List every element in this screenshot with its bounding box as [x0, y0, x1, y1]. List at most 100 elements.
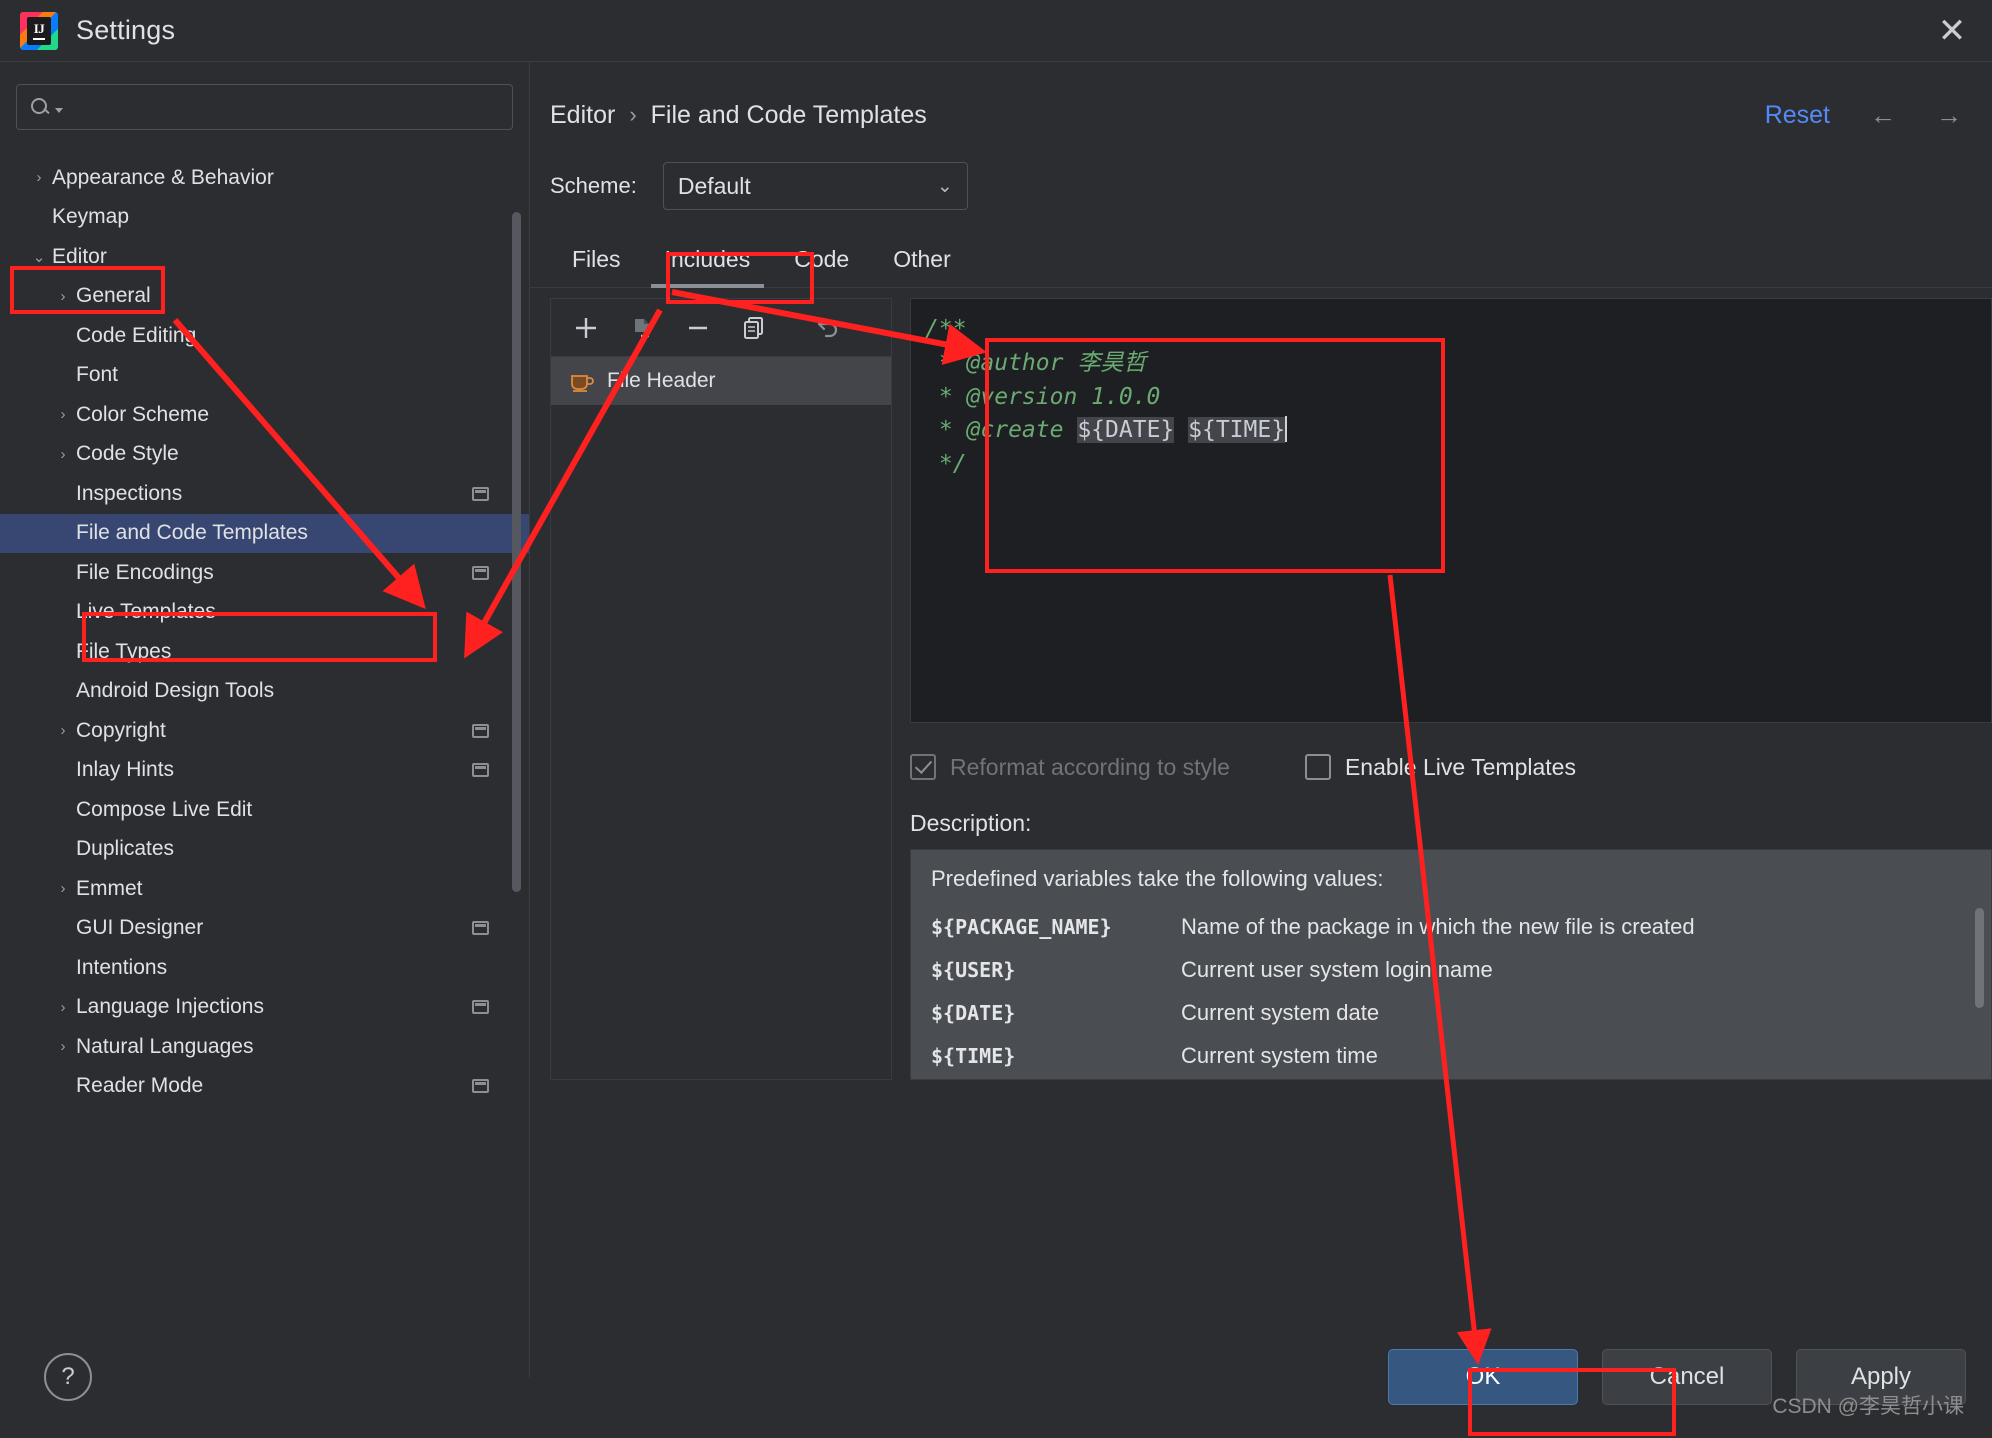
description-box: Predefined variables take the following …: [910, 848, 1992, 1080]
chevron-right-icon[interactable]: ›: [50, 722, 76, 739]
breadcrumb-root[interactable]: Editor: [550, 101, 615, 130]
sidebar-scrollbar[interactable]: [512, 212, 521, 892]
sidebar-item-inlay-hints[interactable]: ›Inlay Hints: [0, 751, 529, 791]
sidebar-item-label: Inspections: [76, 481, 183, 505]
sidebar-item-font[interactable]: ›Font: [0, 356, 529, 396]
sidebar-item-color-scheme[interactable]: › Color Scheme: [0, 395, 529, 435]
sidebar-item-natural-languages[interactable]: › Natural Languages: [0, 1027, 529, 1067]
description-label: Description:: [910, 809, 1032, 836]
description-variable: ${USER}: [931, 958, 1016, 983]
chevron-right-icon[interactable]: ›: [50, 288, 76, 305]
scheme-select[interactable]: Default ⌄: [662, 162, 968, 210]
cancel-button[interactable]: Cancel: [1602, 1349, 1772, 1405]
chevron-right-icon[interactable]: ›: [50, 880, 76, 897]
tab-includes[interactable]: Includes: [643, 246, 773, 288]
sidebar-item-label: Code Editing: [76, 323, 197, 347]
remove-icon[interactable]: [679, 309, 717, 347]
scheme-label: Scheme:: [550, 173, 637, 198]
sidebar-item-android-design-tools[interactable]: ›Android Design Tools: [0, 672, 529, 712]
sidebar-item-copyright[interactable]: › Copyright: [0, 711, 529, 751]
description-text: Name of the package in which the new fil…: [1181, 914, 1695, 940]
chevron-right-icon[interactable]: ›: [50, 1038, 76, 1055]
list-item[interactable]: File Header: [551, 357, 891, 405]
chevron-right-icon[interactable]: ›: [50, 406, 76, 423]
search-input[interactable]: [63, 95, 500, 119]
project-scope-icon: [472, 1079, 489, 1094]
ok-button[interactable]: OK: [1388, 1349, 1578, 1405]
sidebar-item-label: Copyright: [76, 718, 166, 742]
sidebar-item-label: Emmet: [76, 876, 143, 900]
sidebar-item-label: File Encodings: [76, 560, 214, 584]
create-child-template-icon[interactable]: [623, 309, 661, 347]
description-variable: ${TIME}: [931, 1044, 1016, 1069]
description-row: ${PACKAGE_NAME} Name of the package in wh…: [931, 906, 1971, 949]
dialog-footer: ? OK Cancel Apply: [0, 1316, 1992, 1438]
sidebar-item-label: Keymap: [52, 205, 130, 229]
sidebar-item-appearance-behavior[interactable]: › Appearance & Behavior: [0, 158, 529, 198]
chevron-right-icon[interactable]: ›: [50, 446, 76, 463]
tab-other[interactable]: Other: [871, 246, 973, 287]
sidebar-item-label: File and Code Templates: [76, 521, 308, 545]
sidebar-item-label: Appearance & Behavior: [52, 165, 274, 189]
editor-options: Reformat according to style Enable Live …: [910, 751, 1992, 784]
sidebar-item-label: Language Injections: [76, 995, 264, 1019]
sidebar-item-emmet[interactable]: › Emmet: [0, 869, 529, 909]
close-icon[interactable]: ✕: [1930, 9, 1974, 53]
search-box[interactable]: [16, 84, 513, 130]
tab-files[interactable]: Files: [550, 246, 643, 287]
chevron-down-icon[interactable]: ⌄: [26, 248, 52, 266]
description-scrollbar[interactable]: [1975, 907, 1984, 1008]
chevron-right-icon[interactable]: ›: [26, 169, 52, 186]
code-line: /**: [925, 316, 967, 342]
sidebar-item-label: Android Design Tools: [76, 679, 275, 703]
sidebar-item-inspections[interactable]: ›Inspections: [0, 474, 529, 514]
sidebar-item-keymap[interactable]: ›Keymap: [0, 198, 529, 238]
sidebar-item-label: Color Scheme: [76, 402, 210, 426]
live-templates-checkbox[interactable]: Enable Live Templates: [1304, 754, 1576, 781]
sidebar-item-duplicates[interactable]: ›Duplicates: [0, 830, 529, 870]
reformat-label: Reformat according to style: [950, 753, 1230, 780]
chevron-right-icon[interactable]: ›: [50, 999, 76, 1016]
help-button[interactable]: ?: [44, 1353, 92, 1401]
sidebar-item-gui-designer[interactable]: ›GUI Designer: [0, 909, 529, 949]
sidebar-item-file-types[interactable]: ›File Types: [0, 632, 529, 672]
project-scope-icon: [472, 763, 489, 778]
sidebar-item-file-encodings[interactable]: ›File Encodings: [0, 553, 529, 593]
forward-arrow-icon[interactable]: →: [1936, 100, 1962, 131]
description-row: ${USER} Current user system login name: [931, 949, 1971, 992]
sidebar-item-file-and-code-templates[interactable]: ›File and Code Templates: [0, 513, 529, 553]
sidebar-item-compose-live-edit[interactable]: ›Compose Live Edit: [0, 790, 529, 830]
sidebar-item-reader-mode[interactable]: ›Reader Mode: [0, 1067, 529, 1107]
sidebar-item-language-injections[interactable]: › Language Injections: [0, 988, 529, 1028]
template-code-editor[interactable]: /** * @author 李昊哲 * @version 1.0.0 * @cr…: [910, 298, 1992, 724]
settings-tree: ›Appearance & Behavior›Keymap⌄Editor›Gen…: [0, 158, 529, 1378]
sidebar-item-label: Natural Languages: [76, 1034, 254, 1058]
add-icon[interactable]: [567, 309, 605, 347]
sidebar-item-label: Live Templates: [76, 600, 216, 624]
project-scope-icon: [472, 1000, 489, 1015]
sidebar-item-editor[interactable]: ⌄ Editor: [0, 237, 529, 277]
breadcrumb-separator-icon: ›: [629, 102, 637, 127]
watermark: CSDN @李昊哲小课: [1772, 1395, 1964, 1418]
sidebar-item-intentions[interactable]: ›Intentions: [0, 948, 529, 988]
sidebar-item-live-templates[interactable]: ›Live Templates: [0, 593, 529, 633]
back-arrow-icon[interactable]: ←: [1870, 100, 1896, 131]
logo-text: IJ: [33, 20, 45, 36]
reset-link[interactable]: Reset: [1765, 101, 1830, 130]
undo-icon[interactable]: [807, 309, 845, 347]
intellij-logo-icon: IJ: [20, 11, 58, 50]
sidebar-item-label: File Types: [76, 639, 172, 663]
code-line-create: * @create ${DATE} ${TIME}: [925, 414, 1981, 448]
sidebar-item-code-editing[interactable]: ›Code Editing: [0, 316, 529, 356]
sidebar-item-label: Editor: [52, 244, 107, 268]
breadcrumb: Editor › File and Code Templates Reset ←…: [530, 62, 1992, 140]
chevron-down-icon: ⌄: [936, 175, 953, 197]
sidebar-item-code-style[interactable]: › Code Style: [0, 435, 529, 475]
description-row: ${DATE} Current system date: [931, 992, 1971, 1035]
description-variable: ${PACKAGE_NAME}: [931, 915, 1112, 940]
template-tabs: Files Includes Code Other: [530, 230, 1992, 288]
reformat-checkbox[interactable]: Reformat according to style: [910, 754, 1230, 781]
duplicate-icon[interactable]: [735, 309, 773, 347]
sidebar-item-general[interactable]: › General: [0, 277, 529, 317]
tab-code[interactable]: Code: [772, 246, 871, 287]
